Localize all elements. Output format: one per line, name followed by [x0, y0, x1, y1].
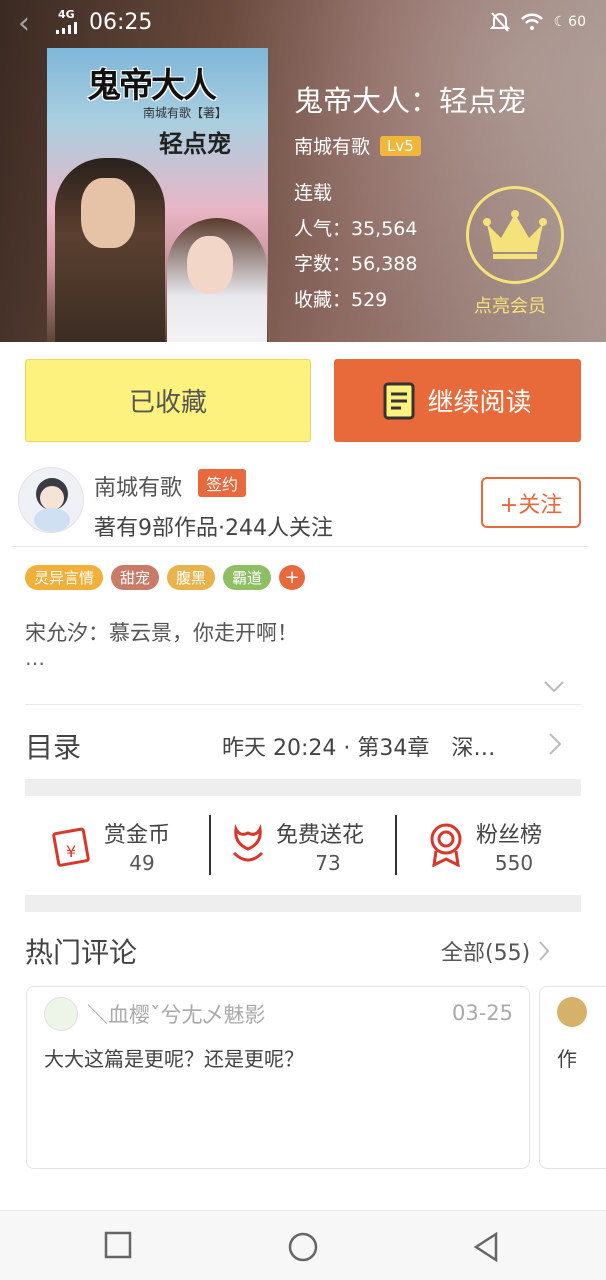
back-icon[interactable]: ‹ [18, 6, 30, 41]
continue-reading-button[interactable]: 继续阅读 [334, 359, 581, 442]
commenter-avatar[interactable] [557, 997, 587, 1027]
latest-chapter-info[interactable]: 昨天 20:24 · 第34章 深… [222, 730, 495, 762]
red-envelope-icon: ¥ [52, 827, 90, 867]
tag-item[interactable]: 灵异言情 [25, 565, 104, 590]
clock: 06:25 [89, 10, 153, 35]
tag-list: 灵异言情 甜宠 腹黑 霸道 + [25, 565, 306, 590]
catalog-title[interactable]: 目录 [25, 726, 81, 766]
cover-author: 南城有歌【著】 [143, 106, 228, 120]
cover-title: 鬼帝大人 [87, 66, 217, 106]
svg-text:¥: ¥ [66, 842, 76, 861]
battery-indicator: ☾ 60 [554, 14, 586, 30]
wifi-icon [520, 13, 543, 30]
book-status: 连载 [294, 182, 333, 204]
system-nav-bar [0, 1210, 606, 1280]
cover-face-man [81, 178, 135, 248]
divider [25, 704, 581, 705]
section-separator [25, 779, 581, 796]
author-level-badge: Lv5 [380, 135, 421, 156]
crown-icon [483, 210, 547, 259]
mute-bell-icon [489, 12, 510, 32]
network-type: 4G [58, 8, 75, 21]
author-avatar[interactable] [18, 467, 84, 533]
commenter-avatar[interactable] [44, 997, 78, 1031]
commenter-name[interactable]: ＼血樱ˇ兮尢乄魅影 [87, 999, 266, 1029]
stat-value: 73 [315, 851, 341, 875]
summary-ellipsis: … [25, 646, 47, 670]
chevron-down-icon[interactable] [543, 680, 565, 694]
medal-icon [430, 823, 462, 867]
battery-level: 60 [568, 14, 586, 30]
all-comments-link[interactable]: 全部(55) [441, 935, 550, 967]
vip-member-button[interactable] [466, 186, 564, 284]
favorited-button[interactable]: 已收藏 [25, 359, 311, 442]
tag-item[interactable]: 霸道 [223, 565, 272, 590]
avatar-image [34, 478, 70, 532]
cover-face-woman [187, 236, 233, 294]
author-name[interactable]: 南城有歌 [94, 470, 182, 502]
book-cover[interactable]: 鬼帝大人 南城有歌【著】 轻点宠 [47, 48, 268, 342]
book-collections: 收藏：529 [294, 288, 388, 311]
book-word-count: 字数：56,388 [294, 253, 418, 275]
divider [12, 546, 588, 547]
hot-comments-title: 热门评论 [25, 936, 138, 969]
cover-subtitle: 轻点宠 [159, 130, 231, 158]
moon-icon: ☾ [553, 14, 567, 30]
comment-card[interactable]: 作 [539, 986, 606, 1169]
book-summary: 宋允汐：慕云景，你走开啊！ [25, 621, 298, 645]
vip-label[interactable]: 点亮会员 [474, 292, 546, 318]
divider [209, 815, 211, 875]
tag-item[interactable]: 腹黑 [167, 565, 216, 590]
stat-label: 粉丝榜 [476, 823, 543, 848]
reward-coins-button[interactable]: ¥ 赏金币 49 [52, 815, 202, 877]
stat-label: 赏金币 [104, 823, 171, 848]
comment-text: 作 [557, 1047, 577, 1071]
author-stats: 著有9部作品·244人关注 [94, 516, 333, 541]
tag-item[interactable]: 甜宠 [111, 565, 160, 590]
send-flower-button[interactable]: 免费送花 73 [230, 815, 390, 877]
chevron-right-icon[interactable] [548, 732, 562, 756]
book-popularity: 人气：35,564 [294, 217, 418, 240]
comment-text: 大大这篇是更呢？还是更呢？ [44, 1047, 304, 1071]
status-bar: ‹ 4G 06:25 ☾ 60 [0, 0, 606, 46]
follow-button[interactable]: +关注 [481, 477, 581, 528]
flower-icon [232, 824, 264, 862]
signed-badge: 签约 [198, 469, 247, 497]
recent-apps-icon[interactable] [104, 1231, 132, 1259]
chevron-right-icon [539, 941, 550, 961]
home-icon[interactable] [287, 1231, 319, 1263]
book-author[interactable]: 南城有歌 [294, 132, 370, 159]
divider [395, 815, 397, 875]
all-comments-label: 全部(55) [441, 941, 531, 966]
comment-date: 03-25 [451, 1001, 513, 1025]
book-title: 鬼帝大人：轻点宠 [294, 84, 527, 118]
comment-card[interactable]: ＼血樱ˇ兮尢乄魅影 03-25 大大这篇是更呢？还是更呢？ [26, 986, 530, 1169]
book-icon [383, 382, 415, 419]
signal-icon [56, 22, 77, 34]
stat-value: 49 [129, 851, 155, 875]
fan-ranking-button[interactable]: 粉丝榜 550 [426, 815, 566, 877]
book-author-row: 南城有歌 Lv5 [294, 132, 421, 159]
book-meta: 连载 人气：35,564 字数：56,388 收藏：529 [294, 176, 417, 318]
stat-value: 550 [494, 851, 534, 875]
stat-label: 免费送花 [276, 823, 365, 848]
continue-reading-label: 继续阅读 [427, 388, 532, 418]
back-nav-icon[interactable] [472, 1231, 500, 1263]
section-separator [25, 895, 581, 912]
add-tag-button[interactable]: + [279, 565, 306, 590]
